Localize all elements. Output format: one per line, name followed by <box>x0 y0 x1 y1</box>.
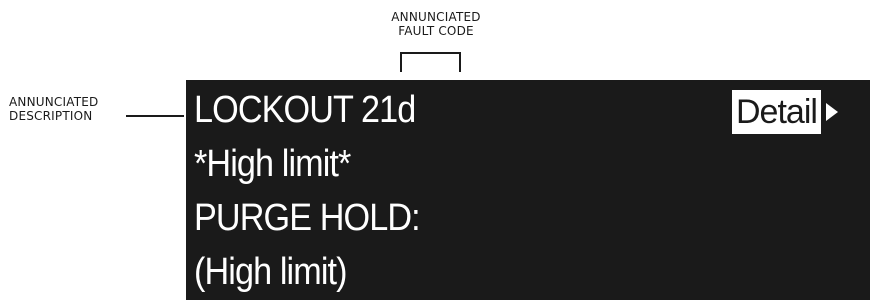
lockout-code-line: LOCKOUT 21d <box>194 89 416 131</box>
detail-button[interactable]: Detail <box>732 90 846 134</box>
detail-button-label: Detail <box>732 90 821 134</box>
hold-reason-line: (High limit) <box>194 251 348 293</box>
lcd-screen: LOCKOUT 21d *High limit* PURGE HOLD: (Hi… <box>186 80 870 300</box>
description-callout-line1: ANNUNCIATED <box>9 95 99 109</box>
fault-code-callout-line1: ANNUNCIATED <box>391 10 481 24</box>
description-callout-line2: DESCRIPTION <box>9 109 93 123</box>
hold-status-line: PURGE HOLD: <box>194 197 421 239</box>
fault-code-callout: ANNUNCIATED FAULT CODE <box>376 10 496 38</box>
fault-code-callout-line2: FAULT CODE <box>398 24 474 38</box>
fault-description-line: *High limit* <box>194 143 351 185</box>
fault-code-bracket-right <box>459 52 461 72</box>
description-callout: ANNUNCIATED DESCRIPTION <box>9 95 98 123</box>
description-leader-line <box>126 115 184 117</box>
right-triangle-icon <box>825 103 838 121</box>
fault-code-bracket-left <box>400 52 402 72</box>
fault-code-bracket-top <box>400 52 461 54</box>
annunciation-diagram: ANNUNCIATED FAULT CODE ANNUNCIATED DESCR… <box>0 0 870 300</box>
